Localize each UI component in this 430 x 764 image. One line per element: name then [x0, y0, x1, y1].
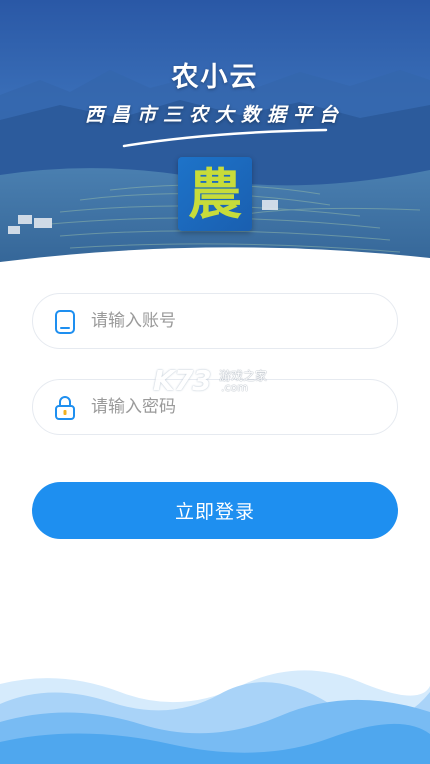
- phone-icon: [55, 310, 75, 334]
- landscape-background: [0, 0, 430, 300]
- logo-mark: 農: [188, 162, 242, 226]
- platform-subtitle: 西昌市三农大数据平台: [84, 104, 345, 126]
- watermark-com: .com: [221, 381, 248, 394]
- lock-icon: [55, 396, 75, 420]
- login-button[interactable]: 立即登录: [32, 482, 398, 539]
- k73-watermark: K73 游戏之家 .com: [153, 364, 283, 398]
- app-title: 农小云: [171, 62, 259, 93]
- account-field[interactable]: [32, 293, 398, 349]
- watermark-brand: K73: [153, 364, 212, 397]
- bottom-waves: [0, 670, 430, 764]
- account-input[interactable]: [91, 294, 381, 348]
- app-logo: 農: [178, 157, 252, 231]
- hero-banner: 农小云 西昌市三农大数据平台 農: [0, 0, 430, 300]
- title-underline-swoosh: [122, 128, 328, 148]
